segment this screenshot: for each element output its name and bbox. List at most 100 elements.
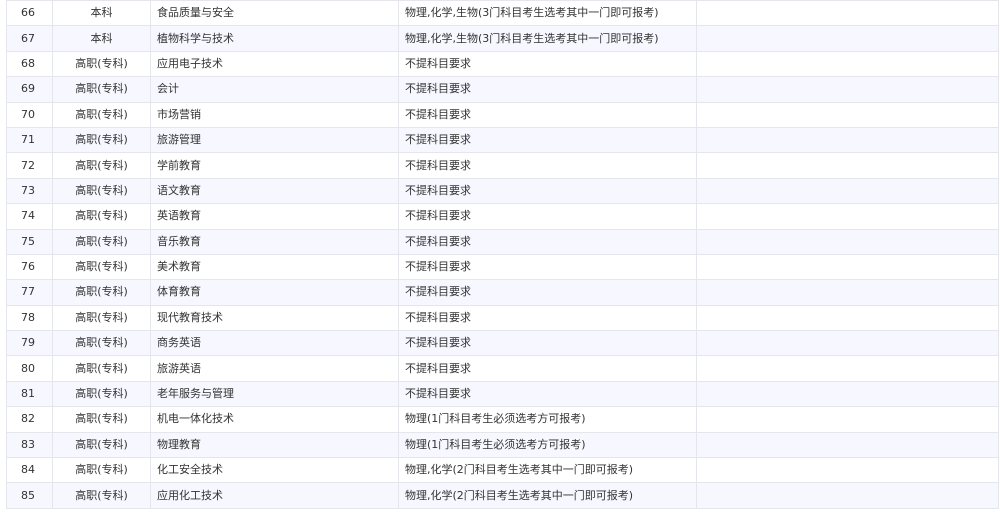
- table-row: 80 高职(专科) 旅游英语 不提科目要求: [6, 355, 999, 382]
- row-subject-requirement: 不提科目要求: [398, 152, 697, 179]
- row-level: 高职(专科): [52, 330, 151, 357]
- row-index: 74: [6, 203, 53, 230]
- row-level: 高职(专科): [52, 482, 151, 509]
- row-index: 75: [6, 228, 53, 255]
- table-row: 82 高职(专科) 机电一体化技术 物理(1门科目考生必须选考方可报考): [6, 406, 999, 433]
- row-major: 英语教育: [150, 203, 399, 230]
- row-empty-cell: [696, 304, 999, 332]
- row-level: 高职(专科): [52, 152, 151, 179]
- row-empty-cell: [696, 152, 999, 179]
- major-requirements-table-wrap: 66 本科 食品质量与安全 物理,化学,生物(3门科目考生选考其中一门即可报考)…: [6, 0, 999, 513]
- row-subject-requirement: 物理(1门科目考生必须选考方可报考): [398, 431, 697, 459]
- row-subject-requirement: 不提科目要求: [398, 126, 697, 154]
- row-index: 81: [6, 380, 53, 408]
- table-row: 83 高职(专科) 物理教育 物理(1门科目考生必须选考方可报考): [6, 431, 999, 459]
- table-row: 67 本科 植物科学与技术 物理,化学,生物(3门科目考生选考其中一门即可报考): [6, 25, 999, 52]
- row-index: 67: [6, 25, 53, 52]
- row-index: 72: [6, 152, 53, 179]
- row-major: 音乐教育: [150, 228, 399, 255]
- table-row: 85 高职(专科) 应用化工技术 物理,化学(2门科目考生选考其中一门即可报考): [6, 482, 999, 509]
- table-row: 74 高职(专科) 英语教育 不提科目要求: [6, 203, 999, 230]
- row-empty-cell: [696, 330, 999, 357]
- row-major: 旅游英语: [150, 355, 399, 382]
- row-level: 高职(专科): [52, 203, 151, 230]
- table-row: 78 高职(专科) 现代教育技术 不提科目要求: [6, 304, 999, 332]
- row-level: 高职(专科): [52, 101, 151, 128]
- row-index: 68: [6, 50, 53, 78]
- row-index: 69: [6, 76, 53, 103]
- row-level: 高职(专科): [52, 253, 151, 281]
- table-row: 79 高职(专科) 商务英语 不提科目要求: [6, 330, 999, 357]
- row-level: 高职(专科): [52, 380, 151, 408]
- row-level: 高职(专科): [52, 50, 151, 78]
- row-major: 美术教育: [150, 253, 399, 281]
- row-empty-cell: [696, 0, 999, 27]
- row-major: 旅游管理: [150, 126, 399, 154]
- row-major: 市场营销: [150, 101, 399, 128]
- table-row: 84 高职(专科) 化工安全技术 物理,化学(2门科目考生选考其中一门即可报考): [6, 457, 999, 484]
- row-index: 83: [6, 431, 53, 459]
- row-subject-requirement: 物理(1门科目考生必须选考方可报考): [398, 406, 697, 433]
- row-major: 语文教育: [150, 177, 399, 205]
- row-subject-requirement: 不提科目要求: [398, 203, 697, 230]
- row-subject-requirement: 物理,化学,生物(3门科目考生选考其中一门即可报考): [398, 25, 697, 52]
- row-major: 物理教育: [150, 431, 399, 459]
- table-row: 77 高职(专科) 体育教育 不提科目要求: [6, 279, 999, 306]
- table-row: 76 高职(专科) 美术教育 不提科目要求: [6, 253, 999, 281]
- row-subject-requirement: 不提科目要求: [398, 355, 697, 382]
- row-level: 本科: [52, 0, 151, 27]
- row-empty-cell: [696, 406, 999, 433]
- row-empty-cell: [696, 25, 999, 52]
- table-row: 73 高职(专科) 语文教育 不提科目要求: [6, 177, 999, 205]
- row-level: 高职(专科): [52, 355, 151, 382]
- row-index: 79: [6, 330, 53, 357]
- row-index: 85: [6, 482, 53, 509]
- row-empty-cell: [696, 482, 999, 509]
- row-subject-requirement: 物理,化学(2门科目考生选考其中一门即可报考): [398, 457, 697, 484]
- table-row: 71 高职(专科) 旅游管理 不提科目要求: [6, 126, 999, 154]
- row-level: 高职(专科): [52, 457, 151, 484]
- row-empty-cell: [696, 101, 999, 128]
- row-major: 商务英语: [150, 330, 399, 357]
- row-empty-cell: [696, 279, 999, 306]
- row-empty-cell: [696, 380, 999, 408]
- row-level: 高职(专科): [52, 406, 151, 433]
- table-row: 69 高职(专科) 会计 不提科目要求: [6, 76, 999, 103]
- row-empty-cell: [696, 355, 999, 382]
- row-empty-cell: [696, 50, 999, 78]
- row-index: 82: [6, 406, 53, 433]
- row-subject-requirement: 不提科目要求: [398, 50, 697, 78]
- row-subject-requirement: 不提科目要求: [398, 228, 697, 255]
- row-subject-requirement: 不提科目要求: [398, 253, 697, 281]
- row-index: 73: [6, 177, 53, 205]
- row-level: 高职(专科): [52, 304, 151, 332]
- row-index: 71: [6, 126, 53, 154]
- row-index: 84: [6, 457, 53, 484]
- row-level: 高职(专科): [52, 279, 151, 306]
- row-subject-requirement: 不提科目要求: [398, 101, 697, 128]
- row-index: 76: [6, 253, 53, 281]
- row-subject-requirement: 物理,化学(2门科目考生选考其中一门即可报考): [398, 482, 697, 509]
- row-level: 高职(专科): [52, 177, 151, 205]
- row-major: 植物科学与技术: [150, 25, 399, 52]
- row-major: 化工安全技术: [150, 457, 399, 484]
- row-index: 77: [6, 279, 53, 306]
- row-subject-requirement: 不提科目要求: [398, 177, 697, 205]
- row-index: 66: [6, 0, 53, 27]
- table-body: 66 本科 食品质量与安全 物理,化学,生物(3门科目考生选考其中一门即可报考)…: [6, 0, 999, 509]
- row-major: 学前教育: [150, 152, 399, 179]
- table-row: 72 高职(专科) 学前教育 不提科目要求: [6, 152, 999, 179]
- row-level: 高职(专科): [52, 431, 151, 459]
- row-empty-cell: [696, 203, 999, 230]
- row-empty-cell: [696, 126, 999, 154]
- row-subject-requirement: 不提科目要求: [398, 380, 697, 408]
- row-subject-requirement: 不提科目要求: [398, 304, 697, 332]
- row-empty-cell: [696, 253, 999, 281]
- table-row: 66 本科 食品质量与安全 物理,化学,生物(3门科目考生选考其中一门即可报考): [6, 0, 999, 27]
- row-subject-requirement: 不提科目要求: [398, 76, 697, 103]
- row-major: 会计: [150, 76, 399, 103]
- row-level: 高职(专科): [52, 76, 151, 103]
- row-empty-cell: [696, 177, 999, 205]
- row-index: 70: [6, 101, 53, 128]
- row-major: 老年服务与管理: [150, 380, 399, 408]
